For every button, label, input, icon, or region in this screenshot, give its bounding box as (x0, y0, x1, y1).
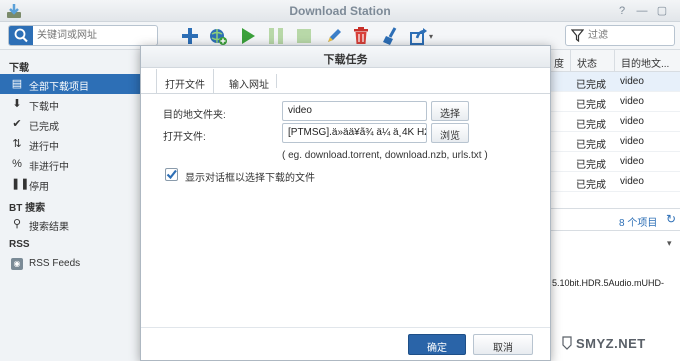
filter-box[interactable] (565, 25, 675, 46)
updown-arrows-icon: ⇅ (12, 138, 22, 150)
filter-input[interactable] (588, 28, 672, 43)
table-row[interactable]: 已完成 video (548, 72, 680, 92)
destination-folder-label: 目的地文件夹: (163, 110, 226, 121)
row-destination: video (620, 96, 644, 107)
row-status: 已完成 (576, 80, 606, 91)
sidebar-item-downloading[interactable]: ⬇ 下载中 (0, 94, 140, 114)
sidebar-item-inactive[interactable]: % 非进行中 (0, 154, 140, 174)
column-header-destination[interactable]: 目的地文... (614, 50, 680, 72)
dialog-title: 下载任务 (141, 46, 550, 68)
sidebar: 下载 ▤ 全部下载项目 ⬇ 下载中 ✔ 已完成 ⇅ 进行中 % 非进行中 ❚❚ … (0, 50, 140, 361)
sidebar-item-label: 进行中 (29, 142, 59, 153)
column-header-status[interactable]: 状态 (570, 50, 614, 72)
delete-icon[interactable] (351, 26, 371, 46)
browse-button[interactable]: 浏览 (431, 123, 469, 143)
table-row[interactable]: 已完成 video (548, 92, 680, 112)
watermark-logo-icon (562, 336, 572, 350)
sidebar-item-completed[interactable]: ✔ 已完成 (0, 114, 140, 134)
title-bar: Download Station ? — ▢ (0, 0, 680, 22)
sidebar-item-search-results[interactable]: ⚲ 搜索结果 (0, 214, 140, 234)
sidebar-item-label: 搜索结果 (29, 222, 69, 233)
row-destination: video (620, 76, 644, 87)
row-status: 已完成 (576, 100, 606, 111)
row-status: 已完成 (576, 160, 606, 171)
sidebar-heading-download: 下载 (9, 63, 29, 74)
open-file-field[interactable]: [PTMSG].ä»ää¥ã¾ ä¼ ä¸4K H26 (282, 123, 427, 143)
column-header-progress[interactable]: 度 (548, 50, 570, 72)
search-input[interactable] (37, 28, 155, 43)
select-folder-button[interactable]: 选择 (431, 101, 469, 121)
tab-enter-url[interactable]: 输入网址 (220, 69, 278, 93)
ok-button[interactable]: 确定 (408, 334, 466, 355)
download-task-dialog: 下载任务 打开文件 输入网址 目的地文件夹: video 选择 打开文件: [P… (140, 45, 551, 361)
add-url-globe-icon[interactable] (208, 26, 228, 46)
list-icon: ▤ (11, 78, 23, 90)
sidebar-item-all[interactable]: ▤ 全部下载项目 (0, 74, 140, 94)
row-destination: video (620, 116, 644, 127)
row-destination: video (620, 176, 644, 187)
search-icon: ⚲ (12, 218, 22, 230)
collapse-chevron-icon[interactable]: ▾ (667, 238, 672, 249)
watermark-text: SMYZ.NET (576, 336, 646, 351)
search-box[interactable] (8, 25, 158, 46)
table-row[interactable]: 已完成 video (548, 132, 680, 152)
pause-bars-icon: ❚❚ (11, 178, 30, 190)
open-file-label: 打开文件: (163, 132, 206, 143)
pause-icon[interactable] (266, 26, 286, 46)
row-destination: video (620, 156, 644, 167)
table-row[interactable]: 已完成 video (548, 172, 680, 192)
file-type-hint: ( eg. download.torrent, download.nzb, ur… (282, 150, 488, 161)
destination-folder-field[interactable]: video (282, 101, 427, 121)
share-icon[interactable] (409, 26, 429, 46)
sidebar-item-label: 非进行中 (29, 162, 69, 173)
filter-icon (571, 29, 584, 42)
sidebar-item-label: 停用 (29, 182, 49, 193)
stop-icon[interactable] (294, 26, 314, 46)
tab-underline (141, 93, 550, 94)
table-footer-divider (548, 208, 680, 209)
sidebar-item-rss-feeds[interactable]: ◉ RSS Feeds (0, 254, 140, 274)
sidebar-item-active[interactable]: ⇅ 进行中 (0, 134, 140, 154)
show-dialog-checkbox-label[interactable]: 显示对话框以选择下载的文件 (185, 169, 315, 184)
row-status: 已完成 (576, 180, 606, 191)
table-row[interactable]: 已完成 video (548, 112, 680, 132)
maximize-icon[interactable]: ▢ (655, 4, 669, 18)
table-row[interactable]: 已完成 video (548, 152, 680, 172)
share-dropdown-icon[interactable]: ▾ (429, 32, 433, 41)
row-status: 已完成 (576, 140, 606, 151)
tab-open-file[interactable]: 打开文件 (156, 69, 214, 93)
rss-icon: ◉ (11, 258, 23, 270)
sidebar-item-label: 全部下载项目 (29, 82, 89, 93)
help-icon[interactable]: ? (615, 4, 629, 18)
show-dialog-checkbox[interactable] (165, 168, 178, 181)
sidebar-heading-rss: RSS (9, 239, 30, 250)
detail-filename: 5.10bit.HDR.5Audio.mUHD- (552, 278, 665, 288)
sidebar-heading-bt-search: BT 搜索 (9, 203, 46, 214)
percent-icon: % (12, 158, 22, 170)
sidebar-item-label: RSS Feeds (29, 258, 81, 269)
add-icon[interactable] (180, 26, 200, 46)
sidebar-item-stopped[interactable]: ❚❚ 停用 (0, 174, 140, 194)
refresh-icon[interactable]: ↻ (666, 212, 676, 226)
tab-separator (276, 74, 277, 88)
minimize-icon[interactable]: — (635, 4, 649, 18)
sidebar-item-label: 已完成 (29, 122, 59, 133)
cancel-button[interactable]: 取消 (473, 334, 533, 355)
resume-icon[interactable] (238, 26, 258, 46)
window-title: Download Station (289, 4, 391, 18)
download-arrow-icon: ⬇ (12, 98, 22, 110)
detail-divider (548, 230, 680, 231)
edit-icon[interactable] (324, 26, 344, 46)
row-destination: video (620, 136, 644, 147)
item-count: 8 个项目 (619, 218, 658, 229)
checkmark-icon (166, 169, 177, 180)
clear-completed-broom-icon[interactable] (381, 26, 401, 46)
sidebar-item-label: 下载中 (29, 102, 59, 113)
dialog-footer-divider (141, 327, 550, 328)
row-status: 已完成 (576, 120, 606, 131)
search-icon[interactable] (9, 26, 33, 45)
check-icon: ✔ (12, 118, 22, 130)
